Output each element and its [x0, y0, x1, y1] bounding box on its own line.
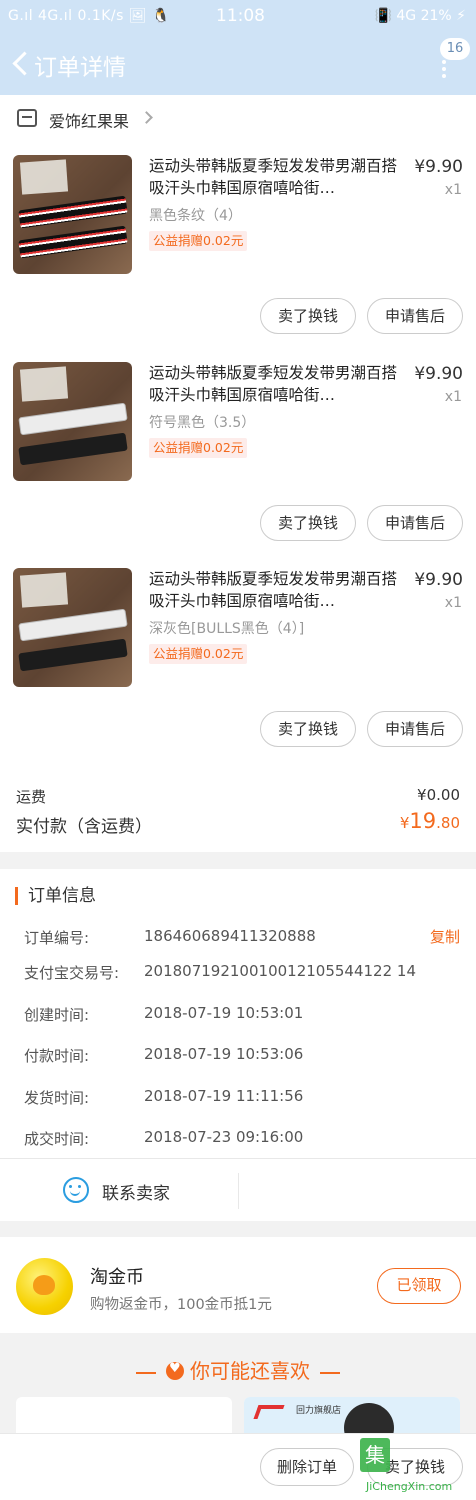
charity-badge: 公益捐赠0.02元: [149, 231, 248, 251]
store-name: 回力旗舰店: [296, 1406, 342, 1416]
taobao-coin-card: 淘金币 购物返金币，100金币抵1元 已领取: [0, 1237, 476, 1333]
paid-label: 实付款（含运费）: [16, 817, 152, 837]
product-title[interactable]: 运动头带韩版夏季短发发带男潮百搭吸汗头巾韩国原宿嘻哈街…: [149, 568, 397, 612]
order-item[interactable]: 运动头带韩版夏季短发发带男潮百搭吸汗头巾韩国原宿嘻哈街… ¥9.90 x1 黑色…: [0, 155, 476, 361]
message-count-badge[interactable]: 16: [440, 38, 470, 60]
status-time: 11:08: [216, 6, 265, 26]
order-info-card: 订单信息 复制 订单编号: 186460689411320888 支付宝交易号:…: [0, 869, 476, 1221]
order-item[interactable]: 运动头带韩版夏季短发发带男潮百搭吸汗头巾韩国原宿嘻哈街… ¥9.90 x1 深灰…: [0, 568, 476, 774]
info-key: 发货时间:: [24, 1089, 90, 1107]
coin-claimed-button[interactable]: 已领取: [377, 1268, 461, 1304]
product-quantity: x1: [444, 595, 462, 611]
shop-icon: [17, 109, 37, 127]
recommend-title-row: 你可能还喜欢: [0, 1355, 476, 1384]
coin-title: 淘金币: [90, 1267, 144, 1288]
status-battery: 📳 4G 21% ⚡: [374, 8, 467, 24]
back-icon[interactable]: [8, 48, 30, 80]
info-row-shipped: 发货时间: 2018-07-19 11:11:56: [24, 1087, 464, 1111]
decor-dash: [135, 1371, 156, 1374]
product-quantity: x1: [444, 389, 462, 405]
charity-badge: 公益捐赠0.02元: [149, 438, 248, 458]
chat-smile-icon[interactable]: [63, 1177, 89, 1203]
info-row-completed: 成交时间: 2018-07-23 09:16:00: [24, 1128, 464, 1152]
product-image[interactable]: [13, 155, 132, 274]
watermark-logo: 集: [360, 1438, 390, 1472]
bottom-action-bar: 删除订单 卖了换钱 集 JiChengXin.com: [0, 1433, 476, 1500]
product-price: ¥9.90: [414, 570, 463, 590]
status-signal: G.ıl 4G.ıl 0.1K/s 🖼 🐧: [8, 8, 171, 24]
shop-row[interactable]: 爱饰红果果: [0, 95, 476, 141]
heart-icon: [166, 1361, 184, 1380]
info-key: 创建时间:: [24, 1006, 90, 1024]
info-value: 2018-07-19 10:53:06: [144, 1045, 304, 1063]
paid-currency: ¥: [399, 814, 410, 832]
brand-logo-icon: [253, 1405, 285, 1419]
after-sales-button[interactable]: 申请售后: [367, 505, 463, 541]
paid-integer: 19: [409, 809, 437, 833]
status-bar: G.ıl 4G.ıl 0.1K/s 🖼 🐧 11:08 📳 4G 21% ⚡: [0, 0, 476, 34]
gold-coin-icon: [16, 1258, 73, 1315]
after-sales-button[interactable]: 申请售后: [367, 711, 463, 747]
divider: [238, 1173, 239, 1209]
shipping-value: ¥0.00: [417, 786, 460, 804]
info-key: 支付宝交易号:: [24, 964, 120, 982]
info-row-alipay-number: 支付宝交易号: 20180719210010012105544122 14: [24, 962, 464, 986]
info-value: 186460689411320888: [144, 927, 316, 945]
info-key: 订单编号:: [24, 929, 90, 947]
product-price: ¥9.90: [414, 157, 463, 177]
top-bar: G.ıl 4G.ıl 0.1K/s 🖼 🐧 11:08 📳 4G 21% ⚡ 订…: [0, 0, 476, 95]
more-menu-icon[interactable]: [441, 58, 447, 78]
delete-order-button[interactable]: 删除订单: [260, 1448, 354, 1486]
order-item[interactable]: 运动头带韩版夏季短发发带男潮百搭吸汗头巾韩国原宿嘻哈街… ¥9.90 x1 符号…: [0, 362, 476, 568]
charity-badge: 公益捐赠0.02元: [149, 644, 248, 664]
watermark-text: JiChengXin.com: [366, 1480, 453, 1493]
info-key: 成交时间:: [24, 1130, 90, 1148]
shipping-label: 运费: [16, 788, 47, 806]
product-quantity: x1: [444, 182, 462, 198]
info-value: 2018-07-19 11:11:56: [144, 1087, 304, 1105]
product-price: ¥9.90: [414, 364, 463, 384]
product-title[interactable]: 运动头带韩版夏季短发发带男潮百搭吸汗头巾韩国原宿嘻哈街…: [149, 362, 397, 406]
product-image[interactable]: [13, 568, 132, 687]
product-spec: 深灰色[BULLS黑色（4）]: [149, 621, 305, 637]
decor-dash: [320, 1371, 341, 1374]
chevron-right-icon: [140, 111, 153, 124]
info-row-order-number: 订单编号: 186460689411320888: [24, 927, 464, 951]
coin-subtitle: 购物返金币，100金币抵1元: [90, 1297, 272, 1313]
info-row-created: 创建时间: 2018-07-19 10:53:01: [24, 1004, 464, 1028]
product-spec: 黑色条纹（4）: [149, 208, 242, 224]
product-image[interactable]: [13, 362, 132, 481]
info-key: 付款时间:: [24, 1047, 90, 1065]
recommend-title: 你可能还喜欢: [190, 1359, 310, 1383]
paid-amount: ¥19.80: [400, 809, 460, 833]
page-title: 订单详情: [34, 55, 126, 81]
nav-bar: 订单详情: [0, 36, 476, 92]
watermark: 集 JiChengXin.com: [360, 1438, 472, 1498]
contact-seller-row: 联系卖家: [0, 1158, 476, 1221]
info-value: 20180719210010012105544122 14: [144, 962, 416, 980]
contact-seller-button[interactable]: 联系卖家: [102, 1179, 170, 1204]
after-sales-button[interactable]: 申请售后: [367, 298, 463, 334]
product-title[interactable]: 运动头带韩版夏季短发发带男潮百搭吸汗头巾韩国原宿嘻哈街…: [149, 155, 397, 199]
info-value: 2018-07-19 10:53:01: [144, 1004, 304, 1022]
sell-button[interactable]: 卖了换钱: [260, 505, 356, 541]
order-items-card: 爱饰红果果 运动头带韩版夏季短发发带男潮百搭吸汗头巾韩国原宿嘻哈街… ¥9.90…: [0, 95, 476, 852]
order-info-title: 订单信息: [15, 887, 96, 905]
shop-name[interactable]: 爱饰红果果: [49, 108, 129, 132]
sell-button[interactable]: 卖了换钱: [260, 711, 356, 747]
sell-button[interactable]: 卖了换钱: [260, 298, 356, 334]
info-value: 2018-07-23 09:16:00: [144, 1128, 304, 1146]
paid-decimal: .80: [436, 814, 460, 832]
info-row-paid: 付款时间: 2018-07-19 10:53:06: [24, 1045, 464, 1069]
product-spec: 符号黑色（3.5）: [149, 415, 256, 431]
